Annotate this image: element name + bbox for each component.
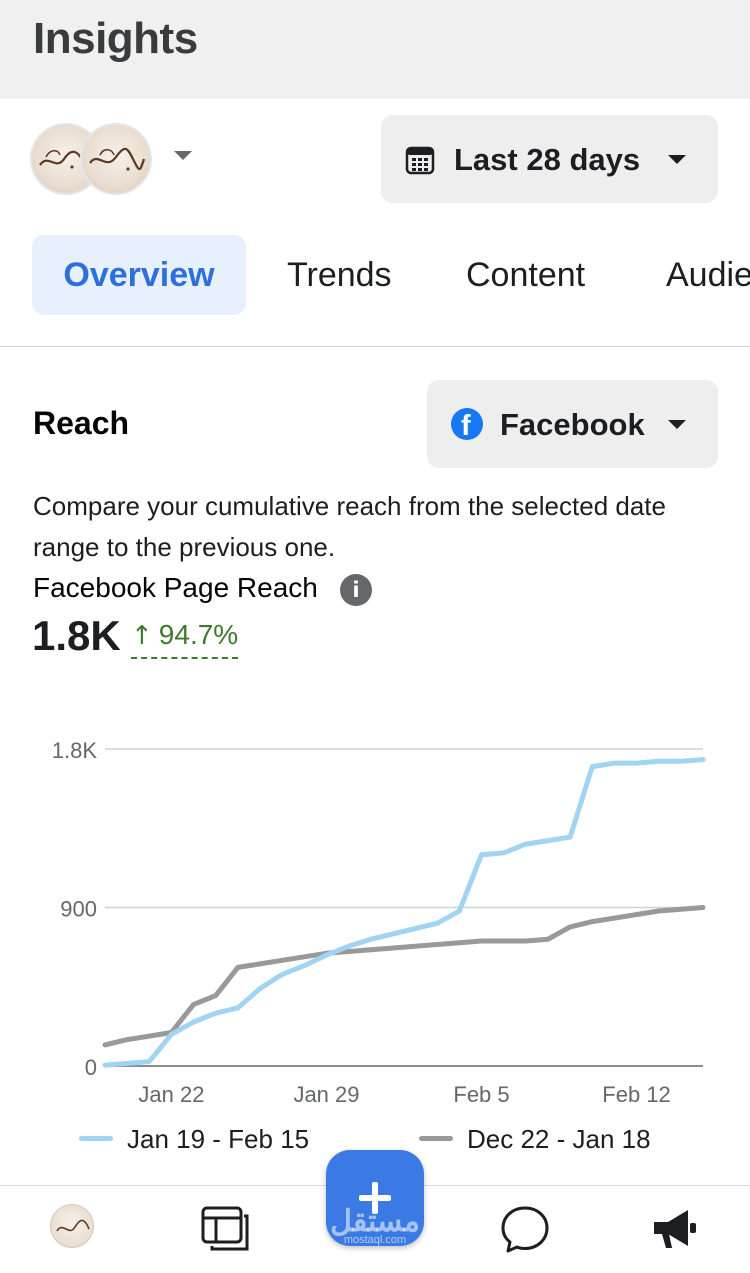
nav-messages[interactable]: [500, 1204, 550, 1254]
legend-label: Jan 19 - Feb 15: [127, 1124, 310, 1154]
account-row: Last 28 days: [0, 99, 750, 219]
y-tick-label: 0: [85, 1055, 97, 1080]
tab-overview[interactable]: Overview: [32, 235, 246, 315]
avatar[interactable]: [80, 123, 152, 195]
tab-content[interactable]: Content: [466, 235, 585, 315]
y-tick-label: 1.8K: [52, 738, 98, 763]
legend-item: Jan 19 - Feb 15: [79, 1124, 309, 1155]
metric-label: Facebook Page Reach: [33, 572, 318, 603]
legend-swatch: [419, 1135, 453, 1141]
date-range-label: Last 28 days: [454, 142, 641, 177]
create-button[interactable]: مستقل mostaql.com: [326, 1150, 424, 1246]
header-bar: Insights: [0, 0, 750, 99]
calligraphy-logo-icon: [56, 1219, 90, 1232]
y-tick-label: 900: [60, 897, 97, 922]
chat-bubble-icon: [501, 1206, 549, 1253]
series-line: [102, 905, 706, 1048]
series-line: [102, 757, 706, 1068]
page-title: Insights: [33, 14, 198, 63]
watermark: mostaql.com: [343, 1234, 407, 1246]
nav-pages[interactable]: [200, 1204, 250, 1254]
chevron-down-icon: [668, 155, 686, 164]
chevron-down-icon[interactable]: [174, 151, 192, 160]
x-tick-label: Jan 29: [293, 1082, 359, 1107]
platform-selector[interactable]: f Facebook: [427, 380, 718, 468]
info-icon[interactable]: i: [340, 574, 372, 606]
reach-line-chart: 0 900 1.8K Jan 22 Jan 29 Feb 5 Feb 12: [52, 738, 706, 1107]
tab-bar: Overview Trends Content Audie: [0, 219, 750, 347]
chevron-down-icon: [668, 420, 686, 429]
date-range-button[interactable]: Last 28 days: [381, 115, 718, 203]
nav-avatar[interactable]: [50, 1204, 100, 1254]
legend-swatch: [79, 1135, 113, 1141]
platform-label: Facebook: [500, 407, 645, 442]
x-tick-label: Feb 12: [602, 1082, 671, 1107]
facebook-icon: f: [451, 408, 483, 442]
section-title: Reach: [33, 405, 130, 441]
avatar: [50, 1204, 94, 1248]
pages-icon: [201, 1206, 249, 1251]
metric-value: 1.8K: [32, 612, 121, 659]
metric-change[interactable]: ↑ 94.7%: [131, 619, 239, 659]
section-description: Compare your cumulative reach from the s…: [33, 491, 666, 562]
tab-trends[interactable]: Trends: [287, 235, 392, 315]
calendar-icon: [405, 146, 435, 175]
calligraphy-logo-icon: [89, 147, 146, 171]
legend-label: Dec 22 - Jan 18: [467, 1124, 651, 1154]
legend-item: Dec 22 - Jan 18: [419, 1124, 651, 1155]
x-tick-label: Jan 22: [138, 1082, 204, 1107]
x-tick-label: Feb 5: [453, 1082, 509, 1107]
nav-ads[interactable]: [650, 1204, 700, 1254]
arrow-up-icon: ↑: [131, 621, 153, 651]
tab-audience[interactable]: Audie: [666, 235, 750, 315]
metric-change-value: 94.7%: [158, 619, 239, 650]
account-switcher[interactable]: [30, 123, 155, 195]
megaphone-icon: [654, 1210, 696, 1248]
